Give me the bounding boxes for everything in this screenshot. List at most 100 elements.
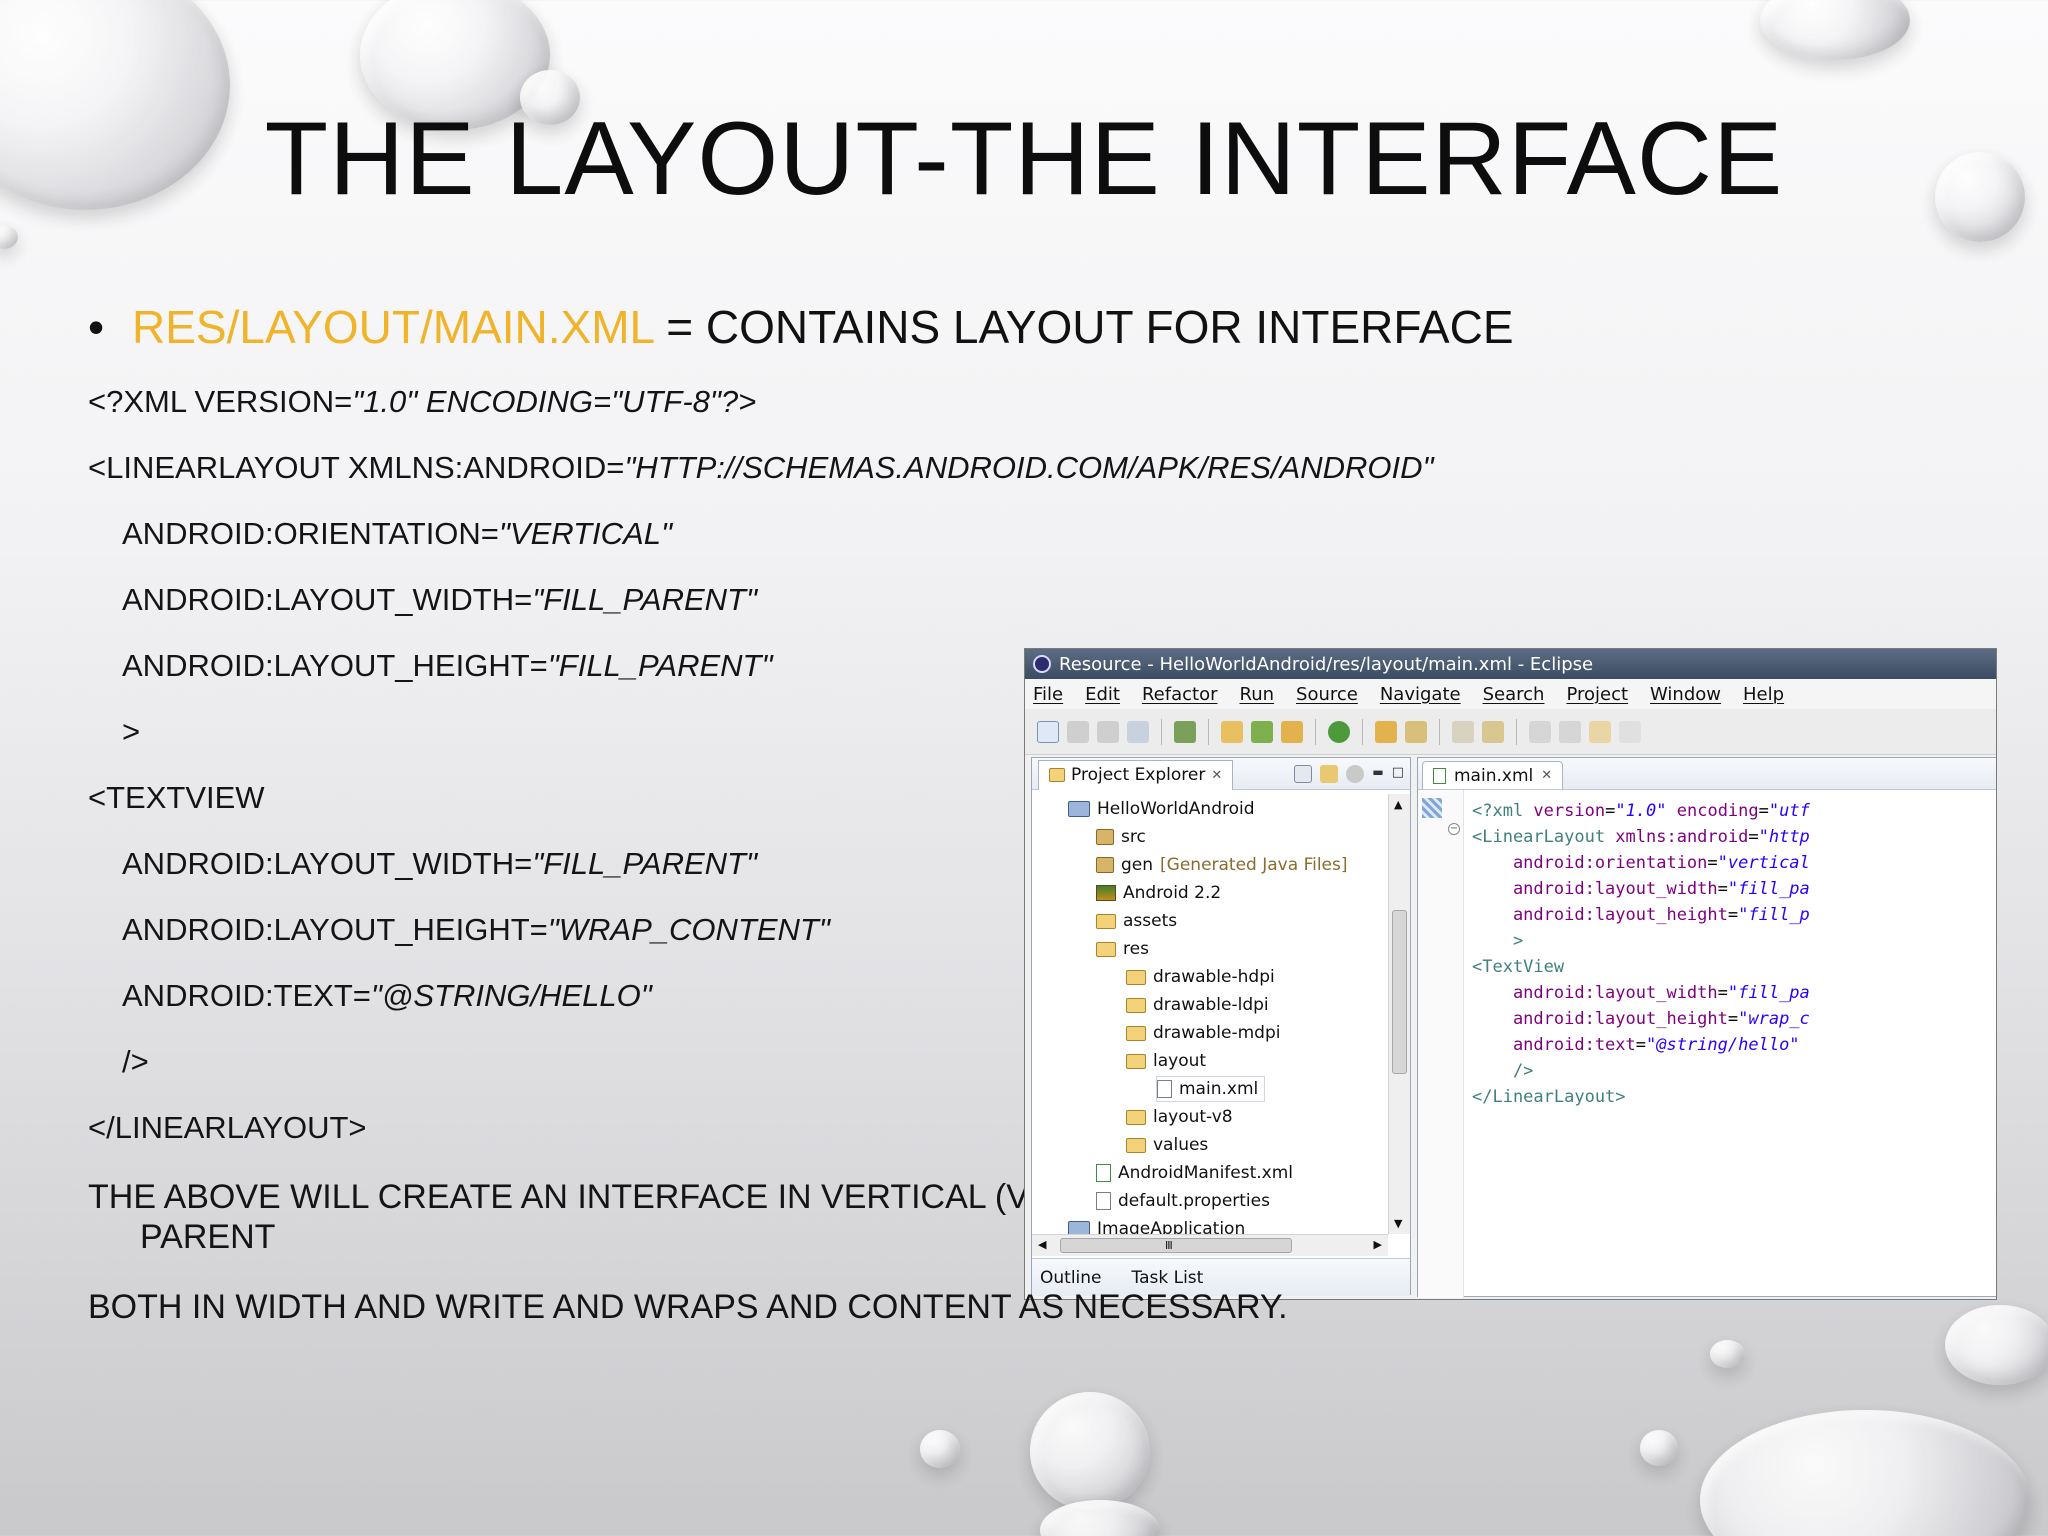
code-line: android:text="@string/hello" [1472, 1032, 1810, 1058]
scroll-right-icon[interactable]: ▶ [1374, 1238, 1382, 1251]
menu-source[interactable]: Source [1296, 684, 1358, 705]
tree-item-layout[interactable]: layout [1126, 1048, 1206, 1074]
menu-run[interactable]: Run [1240, 684, 1275, 705]
tree-item-layout-v8[interactable]: layout-v8 [1126, 1104, 1233, 1130]
code-token: = [1727, 905, 1739, 925]
code-token: = [1707, 853, 1718, 873]
code-token: "vertical [1717, 853, 1810, 873]
android-sdk-icon[interactable] [1174, 720, 1196, 743]
tree-item-drawable-hdpi[interactable]: drawable-hdpi [1126, 964, 1275, 990]
minimize-icon[interactable]: ▬ [1372, 765, 1383, 783]
tree-item-res[interactable]: res [1096, 936, 1149, 962]
scrollbar-thumb[interactable]: III [1060, 1238, 1292, 1253]
tree-item-drawable-ldpi[interactable]: drawable-ldpi [1126, 992, 1269, 1018]
toolbar-separator [1439, 718, 1440, 745]
file-icon [1096, 1192, 1111, 1210]
open-task-icon[interactable] [1405, 720, 1427, 743]
code-line: android:layout_width="fill_pa [1472, 876, 1810, 902]
code-token: = [1717, 983, 1728, 1003]
horizontal-scrollbar[interactable]: ◀ III ▶ [1032, 1234, 1388, 1256]
previous-annotation-icon[interactable] [1559, 720, 1581, 743]
menu-search[interactable]: Search [1483, 684, 1545, 705]
tree-item-src[interactable]: src [1096, 824, 1146, 850]
folder-icon [1126, 1053, 1146, 1069]
code-line: android:layout_height="wrap_c [1472, 1006, 1810, 1032]
code-token: = [1605, 801, 1616, 821]
water-drop-decoration [1760, 0, 1910, 60]
code-token: encoding [1666, 801, 1759, 821]
forward-arrow-icon[interactable] [1619, 720, 1641, 743]
code-token: /> [1472, 1061, 1534, 1081]
tree-item-assets[interactable]: assets [1096, 908, 1177, 934]
maximize-icon[interactable]: □ [1392, 765, 1404, 783]
vertical-scrollbar[interactable]: ▲ ▼ [1388, 794, 1410, 1234]
code-token: = [1727, 1009, 1739, 1029]
scroll-left-icon[interactable]: ◀ [1038, 1238, 1046, 1251]
bullet-line: • RES/LAYOUT/MAIN.XML = CONTAINS LAYOUT F… [88, 300, 1514, 354]
code-token: = [1748, 827, 1759, 847]
tab-main-xml[interactable]: main.xml ✕ [1422, 761, 1564, 789]
tree-item-android-library[interactable]: Android 2.2 [1096, 880, 1221, 906]
menu-refactor[interactable]: Refactor [1142, 684, 1218, 705]
tab-task-list[interactable]: Task List [1132, 1268, 1204, 1288]
new-android-project-icon[interactable] [1221, 720, 1243, 743]
menu-file[interactable]: File [1033, 684, 1063, 705]
linearlayout-open-line: <LINEARLAYOUT XMLNS:ANDROID="HTTP://SCHE… [88, 450, 1434, 485]
tree-item-default-properties[interactable]: default.properties [1096, 1188, 1270, 1214]
scrollbar-thumb[interactable] [1392, 910, 1407, 1074]
xml-code[interactable]: <?xml version="1.0" encoding="utf <Linear… [1472, 798, 1810, 1110]
run-icon[interactable] [1328, 720, 1350, 743]
new-xml-icon[interactable] [1281, 720, 1303, 743]
folder-icon [1126, 969, 1146, 985]
menu-edit[interactable]: Edit [1085, 684, 1120, 705]
orientation-attr-line: ANDROID:ORIENTATION="VERTICAL" [122, 516, 672, 551]
library-icon [1096, 885, 1116, 901]
code-line: android:layout_height="fill_p [1472, 902, 1810, 928]
save-all-icon[interactable] [1097, 720, 1119, 743]
tree-item-gen[interactable]: gen [Generated Java Files] [1096, 852, 1348, 878]
annotation-icon[interactable] [1452, 720, 1474, 743]
description-line-3: BOTH IN WIDTH AND WRITE AND WRAPS AND CO… [88, 1288, 1288, 1326]
tree-item-main-xml[interactable]: main.xml [1156, 1076, 1266, 1102]
project-explorer-panel: Project Explorer ✕ ▬ □ HelloWorldAndroid… [1031, 757, 1411, 1296]
tab-outline[interactable]: Outline [1040, 1268, 1102, 1288]
scroll-down-icon[interactable]: ▼ [1394, 1217, 1402, 1230]
xml-file-icon [1157, 1080, 1172, 1098]
code-token: <?xml [1472, 801, 1534, 821]
print-icon[interactable] [1127, 720, 1149, 743]
view-menu-icon[interactable] [1346, 764, 1365, 783]
back-arrow-icon[interactable] [1589, 720, 1611, 743]
folder-icon [1126, 1137, 1146, 1153]
close-icon[interactable]: ✕ [1211, 768, 1222, 783]
menu-window[interactable]: Window [1650, 684, 1721, 705]
tree-item-values[interactable]: values [1126, 1132, 1208, 1158]
tree-item-androidmanifest[interactable]: AndroidManifest.xml [1096, 1160, 1293, 1186]
file-path-highlight: RES/LAYOUT/MAIN.XML [132, 301, 654, 353]
tree-item-drawable-mdpi[interactable]: drawable-mdpi [1126, 1020, 1281, 1046]
toolbar-separator [1161, 718, 1162, 745]
water-drop-decoration [1700, 1410, 2030, 1536]
menu-navigate[interactable]: Navigate [1380, 684, 1461, 705]
editor-tab-bar: main.xml ✕ [1418, 758, 1996, 790]
xml-editor-panel: main.xml ✕ − <?xml version="1.0" encodin… [1417, 757, 1996, 1298]
link-editor-icon[interactable] [1320, 764, 1339, 783]
code-token: android:layout_height [1472, 905, 1728, 925]
new-icon[interactable] [1037, 720, 1059, 743]
scroll-up-icon[interactable]: ▲ [1394, 798, 1402, 811]
fold-toggle-icon[interactable]: − [1448, 823, 1460, 835]
editor-gutter: − [1418, 790, 1464, 1298]
close-icon[interactable]: ✕ [1541, 768, 1552, 783]
last-edit-icon[interactable] [1482, 720, 1504, 743]
save-icon[interactable] [1067, 720, 1089, 743]
menu-project[interactable]: Project [1566, 684, 1628, 705]
open-folder-icon[interactable] [1375, 720, 1397, 743]
next-annotation-icon[interactable] [1529, 720, 1551, 743]
new-junit-icon[interactable] [1251, 720, 1273, 743]
collapse-all-icon[interactable] [1294, 764, 1313, 783]
menu-help[interactable]: Help [1743, 684, 1784, 705]
project-explorer-tab-label: Project Explorer [1071, 765, 1206, 785]
tab-project-explorer[interactable]: Project Explorer ✕ [1038, 759, 1234, 790]
tag-close-line: > [122, 714, 141, 749]
toolbar-separator [1516, 718, 1517, 745]
tree-item-helloworldandroid[interactable]: HelloWorldAndroid [1068, 796, 1255, 822]
